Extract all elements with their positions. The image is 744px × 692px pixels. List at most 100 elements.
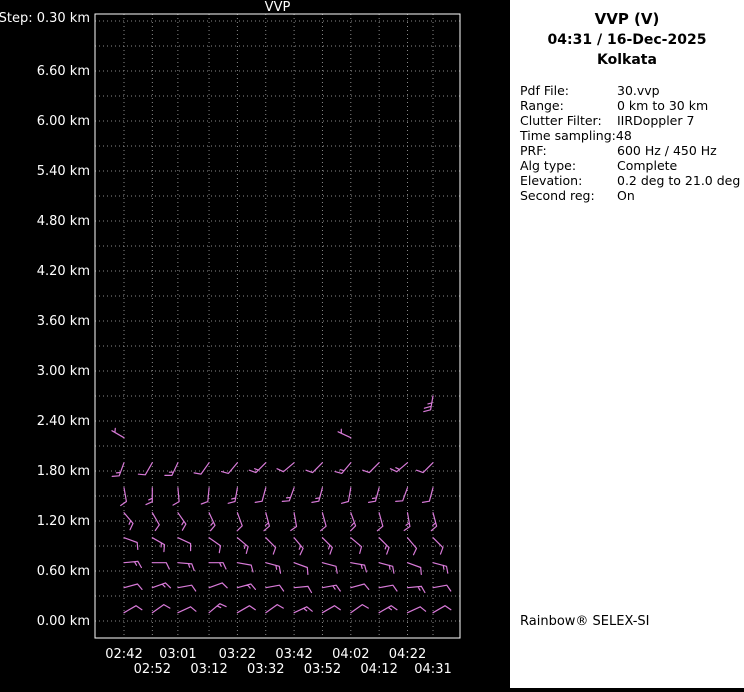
param-label: Alg type: <box>520 158 577 173</box>
wind-barb <box>265 604 284 614</box>
param-value: 600 Hz / 450 Hz <box>617 143 717 158</box>
wind-barb <box>208 537 222 554</box>
wind-barb <box>432 605 452 614</box>
wind-barb <box>172 487 180 506</box>
step-label: Step: 0.30 km <box>0 11 90 26</box>
wind-barb <box>293 585 313 594</box>
x-tick-label: 03:01 <box>159 647 196 662</box>
wind-barb <box>389 462 409 473</box>
wind-barb <box>137 462 153 476</box>
wind-barb <box>368 487 380 503</box>
x-tick-label: 04:22 <box>389 647 426 662</box>
wind-barb <box>281 487 295 502</box>
wind-barb <box>350 604 369 614</box>
wind-barb <box>415 462 434 474</box>
param-row-0: Pdf File: 30.vvp <box>520 83 744 98</box>
parameter-list: Pdf File: 30.vvp Range: 0 km to 30 km Clutte… <box>520 83 744 203</box>
wind-barb <box>432 562 449 574</box>
wind-barb <box>350 583 370 590</box>
plot-frame <box>94 13 461 639</box>
wind-barb <box>123 512 134 531</box>
x-tick-label: 03:52 <box>304 662 341 677</box>
wind-barb <box>177 606 197 614</box>
wind-barb <box>208 582 228 589</box>
wind-barb <box>236 512 243 532</box>
wind-barb <box>321 605 341 614</box>
y-tick-label: 6.00 km <box>37 114 90 129</box>
x-tick-label: 03:32 <box>247 662 284 677</box>
param-label: Clutter Filter: <box>520 113 602 128</box>
param-row-7: Second reg: On <box>520 188 744 203</box>
wind-barb <box>123 537 139 550</box>
wind-barb <box>208 562 227 570</box>
y-tick-label: 4.20 km <box>37 264 90 279</box>
param-value: 48 <box>615 128 632 143</box>
y-tick-label: 2.40 km <box>37 414 90 429</box>
wind-barb <box>254 487 267 503</box>
wind-barb <box>432 584 452 592</box>
param-value: 0.2 deg to 21.0 deg <box>617 173 741 188</box>
wind-barb <box>227 487 238 504</box>
wind-barb <box>350 537 363 554</box>
wind-barb <box>221 462 238 474</box>
chart-title: VVP <box>265 0 291 15</box>
x-tick-label: 04:02 <box>332 647 369 662</box>
wind-barb <box>350 512 357 532</box>
wind-barb <box>151 512 160 532</box>
param-row-5: Alg type: Complete <box>520 158 744 173</box>
wind-barb <box>193 462 210 475</box>
x-tick-label: 03:12 <box>190 662 227 677</box>
wind-barb <box>321 562 338 574</box>
product-datetime: 04:31 / 16-Dec-2025 <box>547 32 707 48</box>
wind-barb <box>177 584 197 592</box>
wind-barb <box>208 603 227 614</box>
wind-barb <box>177 562 195 572</box>
param-label: Pdf File: <box>520 83 569 98</box>
wind-barb <box>378 537 390 555</box>
wind-barb <box>293 562 309 575</box>
wind-barb <box>151 604 171 614</box>
wind-barb <box>265 562 282 574</box>
y-tick-label: 1.20 km <box>37 514 90 529</box>
info-panel: VVP (V) 04:31 / 16-Dec-2025 Kolkata Pdf … <box>510 0 744 688</box>
wind-barb <box>406 606 427 614</box>
x-tick-label: 03:22 <box>219 647 256 662</box>
y-tick-label: 4.80 km <box>37 214 90 229</box>
wind-barb <box>200 487 210 505</box>
wind-barb <box>362 462 380 474</box>
x-tick-label: 04:12 <box>360 662 397 677</box>
wind-barb <box>378 584 398 592</box>
param-row-3: Time sampling: 48 <box>520 128 744 143</box>
wind-barb <box>236 605 256 614</box>
wind-barb <box>111 427 125 439</box>
param-value: 30.vvp <box>617 83 660 98</box>
wind-barb <box>341 487 352 504</box>
wind-barb <box>263 512 270 532</box>
wind-barb <box>123 560 142 569</box>
wind-barb <box>311 487 323 503</box>
wind-barb <box>430 512 438 532</box>
param-row-1: Range: 0 km to 30 km <box>520 98 744 113</box>
param-row-2: Clutter Filter: IIRDoppler 7 <box>520 113 744 128</box>
wind-barb <box>293 606 313 614</box>
wind-profile-chart: VVP Step: 0.30 km 6.60 km 6.00 km 5.40 km 4.8… <box>0 0 461 677</box>
param-label: Elevation: <box>520 173 583 188</box>
wind-barb <box>151 582 172 589</box>
wind-barb <box>403 512 411 532</box>
wind-barb <box>123 605 143 614</box>
wind-barb <box>321 584 341 592</box>
wind-barb <box>164 462 179 476</box>
param-value: 0 km to 30 km <box>617 98 709 113</box>
wind-barb <box>208 512 216 532</box>
wind-barb <box>111 462 125 477</box>
product-title: VVP (V) <box>594 10 660 28</box>
wind-barb <box>276 462 295 473</box>
wind-barb <box>151 562 170 570</box>
x-tick-label: 02:42 <box>105 647 142 662</box>
wind-barb <box>151 537 166 553</box>
param-value: IIRDoppler 7 <box>617 113 695 128</box>
vvp-window: VVP Step: 0.30 km 6.60 km 6.00 km 5.40 km 4.8… <box>0 0 744 688</box>
param-label: Second reg: <box>520 188 595 203</box>
wind-barb <box>432 537 444 555</box>
param-value: Complete <box>617 158 678 173</box>
